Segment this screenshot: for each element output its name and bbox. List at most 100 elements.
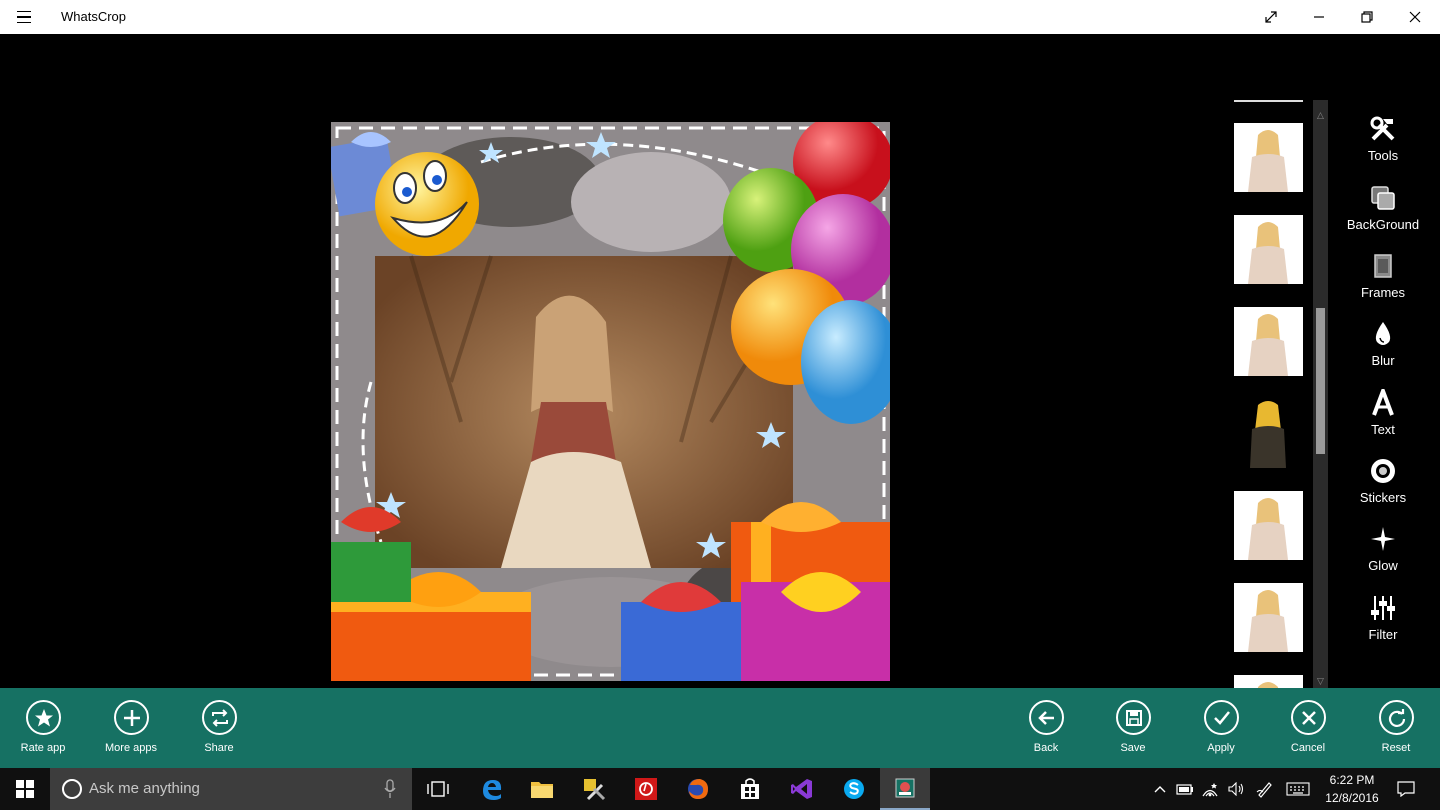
rate-app-button[interactable]: Rate app [0, 688, 86, 768]
tool-label: BackGround [1346, 217, 1420, 232]
hamburger-menu-icon[interactable] [12, 7, 36, 27]
refresh-icon [1379, 700, 1414, 735]
start-button[interactable] [0, 768, 50, 810]
apply-button[interactable]: Apply [1178, 688, 1264, 768]
show-hidden-icons-button[interactable] [1150, 768, 1170, 810]
cortana-icon [62, 779, 82, 799]
clock-date: 12/8/2016 [1325, 791, 1379, 805]
restore-button[interactable] [1344, 0, 1390, 34]
frame-thumbnail[interactable] [1234, 307, 1303, 376]
tool-text[interactable]: Text [1340, 378, 1426, 438]
tools-app-button[interactable] [570, 768, 618, 810]
frame-thumbnail[interactable] [1234, 675, 1303, 688]
wifi-icon [1202, 783, 1218, 797]
tool-frames[interactable]: Frames [1340, 241, 1426, 301]
tools-app-icon [584, 779, 606, 801]
thumbnail-strip[interactable] [1228, 100, 1312, 688]
tool-background[interactable]: BackGround [1340, 173, 1426, 233]
clock-time: 6:22 PM [1329, 773, 1375, 787]
file-explorer-button[interactable] [518, 768, 566, 810]
whatscrop-taskbar-button[interactable] [880, 768, 930, 810]
reset-button[interactable]: Reset [1353, 688, 1439, 768]
more-apps-button[interactable]: More apps [88, 688, 174, 768]
frame-thumbnail[interactable] [1234, 215, 1303, 284]
skype-button[interactable] [830, 768, 878, 810]
tool-label: Text [1371, 422, 1395, 437]
network-button[interactable] [1198, 768, 1222, 810]
share-label: Share [204, 742, 234, 754]
tool-filter[interactable]: Filter [1340, 583, 1426, 643]
tool-label: Filter [1368, 627, 1398, 642]
sticker-icon [1368, 456, 1398, 486]
thumbnail-scrollbar[interactable]: △ ▽ [1313, 100, 1328, 688]
visual-studio-button[interactable] [778, 768, 826, 810]
share-button[interactable]: Share [176, 688, 262, 768]
pen-workspace-button[interactable] [1254, 768, 1276, 810]
reset-label: Reset [1381, 742, 1411, 754]
tool-label: Tools [1367, 148, 1399, 163]
check-icon [1204, 700, 1239, 735]
whatscrop-icon [895, 778, 915, 798]
sparkle-icon [1368, 524, 1398, 554]
tool-label: Blur [1371, 353, 1395, 368]
tool-label: Glow [1368, 558, 1398, 573]
edited-photo[interactable] [331, 122, 890, 681]
droplet-icon [1368, 319, 1398, 349]
title-bar: WhatsCrop [0, 0, 1440, 34]
hammer-wrench-icon [1368, 114, 1398, 144]
tool-tools[interactable]: Tools [1340, 104, 1426, 164]
task-view-icon [427, 781, 449, 797]
microphone-icon[interactable] [383, 778, 397, 800]
sliders-icon [1368, 593, 1398, 623]
close-icon [1409, 11, 1421, 23]
close-button[interactable] [1392, 0, 1438, 34]
scroll-down-icon[interactable]: ▽ [1313, 674, 1328, 688]
save-button[interactable]: Save [1090, 688, 1176, 768]
save-icon [1116, 700, 1151, 735]
fullscreen-icon [1265, 11, 1277, 23]
plus-icon [114, 700, 149, 735]
store-button[interactable] [726, 768, 774, 810]
tool-glow[interactable]: Glow [1340, 514, 1426, 574]
edge-icon [483, 780, 502, 800]
back-button[interactable]: Back [1003, 688, 1089, 768]
edge-button[interactable] [468, 768, 516, 810]
visual-studio-icon [791, 779, 812, 799]
tool-blur[interactable]: Blur [1340, 309, 1426, 369]
firefox-button[interactable] [674, 768, 722, 810]
frame-thumbnail[interactable] [1234, 399, 1303, 468]
chevron-up-icon [1154, 786, 1166, 793]
red-app-button[interactable] [622, 768, 670, 810]
frame-thumbnail[interactable] [1234, 583, 1303, 652]
back-arrow-icon [1029, 700, 1064, 735]
thumbnail-partial [1234, 100, 1303, 102]
cancel-button[interactable]: Cancel [1265, 688, 1351, 768]
cortana-search-box[interactable]: Ask me anything [50, 768, 412, 810]
star-icon [26, 700, 61, 735]
frame-thumbnail[interactable] [1234, 491, 1303, 560]
volume-button[interactable] [1226, 768, 1248, 810]
action-center-button[interactable] [1392, 768, 1420, 810]
layers-icon [1368, 183, 1398, 213]
scrollbar-thumb[interactable] [1316, 308, 1325, 454]
fullscreen-button[interactable] [1248, 0, 1294, 34]
minimize-button[interactable] [1296, 0, 1342, 34]
restore-icon [1361, 11, 1373, 23]
frame-thumbnail[interactable] [1234, 123, 1303, 192]
battery-button[interactable] [1174, 768, 1196, 810]
scroll-up-icon[interactable]: △ [1313, 108, 1328, 122]
share-icon [202, 700, 237, 735]
task-view-button[interactable] [414, 768, 462, 810]
touch-keyboard-button[interactable] [1284, 768, 1312, 810]
frame-icon [1368, 251, 1398, 281]
speaker-icon [1228, 782, 1244, 796]
notification-icon [1397, 781, 1415, 797]
pen-icon [1256, 782, 1272, 798]
tool-stickers[interactable]: Stickers [1340, 446, 1426, 506]
store-icon [741, 778, 759, 799]
bottom-app-bar: Rate app More apps Share Back Save Apply… [0, 688, 1440, 768]
app-title: WhatsCrop [61, 9, 127, 24]
firefox-icon [688, 779, 708, 799]
taskbar-clock[interactable]: 6:22 PM 12/8/2016 [1314, 771, 1390, 807]
apply-label: Apply [1207, 742, 1235, 754]
